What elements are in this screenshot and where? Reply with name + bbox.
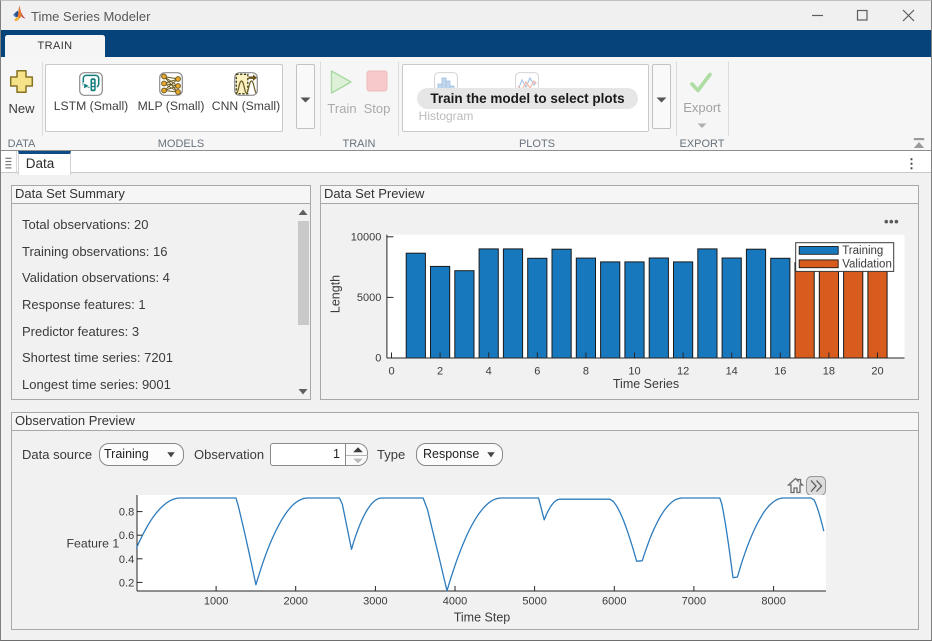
svg-text:7000: 7000 (682, 596, 706, 608)
svg-text:10000: 10000 (351, 231, 382, 243)
svg-text:8000: 8000 (761, 596, 785, 608)
svg-text:6: 6 (534, 366, 540, 378)
svg-text:6000: 6000 (602, 596, 626, 608)
svg-text:5000: 5000 (357, 292, 381, 304)
svg-text:18: 18 (823, 366, 835, 378)
svg-text:12: 12 (677, 366, 689, 378)
svg-text:Validation: Validation (842, 258, 892, 270)
svg-text:20: 20 (871, 366, 883, 378)
svg-text:0.4: 0.4 (119, 554, 134, 566)
svg-text:14: 14 (726, 366, 738, 378)
svg-text:Length: Length (329, 275, 343, 313)
svg-text:Feature 1: Feature 1 (67, 537, 120, 551)
svg-text:0.2: 0.2 (119, 577, 134, 589)
svg-text:0.8: 0.8 (119, 507, 134, 519)
svg-text:4: 4 (486, 366, 492, 378)
svg-text:Training: Training (842, 245, 883, 257)
svg-text:2000: 2000 (283, 596, 307, 608)
svg-text:2: 2 (437, 366, 443, 378)
svg-text:0.6: 0.6 (119, 530, 134, 542)
svg-text:Time Step: Time Step (454, 611, 511, 625)
svg-text:5000: 5000 (522, 596, 546, 608)
svg-text:1000: 1000 (204, 596, 228, 608)
svg-text:16: 16 (774, 366, 786, 378)
svg-text:0: 0 (388, 366, 394, 378)
svg-text:8: 8 (583, 366, 589, 378)
svg-text:10: 10 (628, 366, 640, 378)
svg-text:3000: 3000 (363, 596, 387, 608)
svg-text:Time Series: Time Series (613, 377, 679, 391)
svg-text:4000: 4000 (443, 596, 467, 608)
svg-text:0: 0 (375, 353, 381, 365)
